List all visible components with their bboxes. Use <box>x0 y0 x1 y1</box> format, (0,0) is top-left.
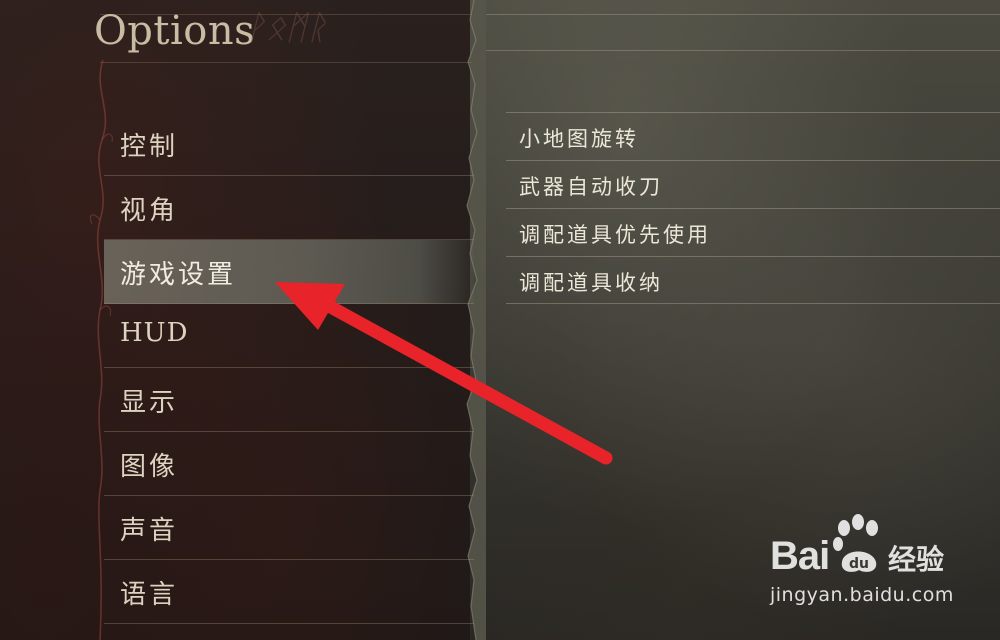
options-screen: Options ᚹᛟᛗᚱ 控制 视角 游戏设置 HUD 显示 图像 声音 语言 <box>0 0 1000 640</box>
page-title: Options <box>94 8 256 54</box>
option-mixture-storage[interactable]: 调配道具收纳 <box>506 256 1000 304</box>
menu-item-controls[interactable]: 控制 <box>104 112 474 176</box>
menu-item-label: 语言 <box>120 580 179 610</box>
menu-item-display[interactable]: 显示 <box>104 368 474 432</box>
game-settings-list: 小地图旋转 武器自动收刀 调配道具优先使用 调配道具收纳 <box>506 112 1000 304</box>
option-mixture-priority[interactable]: 调配道具优先使用 <box>506 208 1000 256</box>
option-label: 武器自动收刀 <box>519 175 663 199</box>
menu-item-label: 显示 <box>120 388 179 418</box>
menu-item-camera[interactable]: 视角 <box>104 176 474 240</box>
menu-item-hud[interactable]: HUD <box>104 304 474 368</box>
option-auto-sheathe[interactable]: 武器自动收刀 <box>506 160 1000 208</box>
menu-item-label: HUD <box>120 318 189 348</box>
menu-item-label: 游戏设置 <box>120 260 237 290</box>
title-ornament: ᚹᛟᛗᚱ <box>245 10 327 47</box>
option-label: 调配道具收纳 <box>519 271 663 295</box>
watermark-url: jingyan.baidu.com <box>770 584 954 606</box>
menu-item-language[interactable]: 语言 <box>104 560 474 624</box>
menu-item-sound[interactable]: 声音 <box>104 496 474 560</box>
menu-item-graphics[interactable]: 图像 <box>104 432 474 496</box>
menu-item-label: 图像 <box>120 452 179 482</box>
option-label: 调配道具优先使用 <box>519 223 711 247</box>
paw-icon: du <box>833 514 878 572</box>
baidu-jingyan-watermark: Bai du 经验 jingyan.baidu.com <box>770 512 970 622</box>
menu-item-game-settings[interactable]: 游戏设置 <box>104 240 474 304</box>
option-label: 小地图旋转 <box>519 127 639 151</box>
watermark-jingyan-text: 经验 <box>888 543 945 576</box>
menu-item-label: 声音 <box>120 516 179 546</box>
menu-item-label: 控制 <box>120 132 179 162</box>
menu-item-label: 视角 <box>120 196 179 226</box>
svg-text:du: du <box>849 556 869 572</box>
option-minimap-rotation[interactable]: 小地图旋转 <box>506 112 1000 160</box>
watermark-logo-text: Bai <box>770 534 830 578</box>
